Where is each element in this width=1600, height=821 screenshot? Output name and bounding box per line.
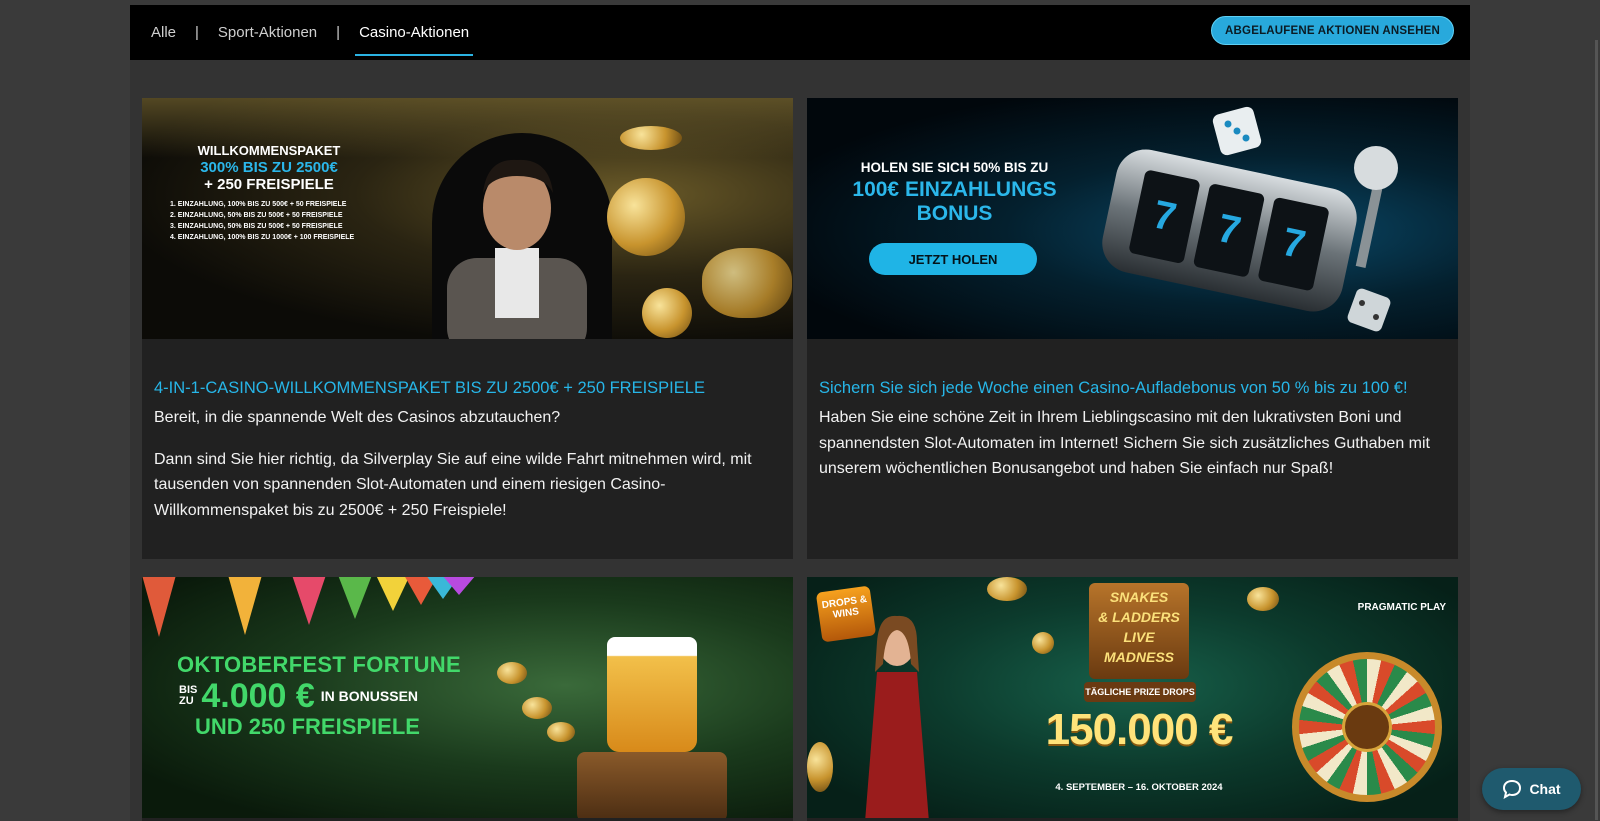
promo-banner-oktoberfest[interactable]: OKTOBERFEST FORTUNE BIS ZU 4.000 € IN BO…	[142, 577, 793, 818]
bunting-flag	[338, 577, 372, 619]
prize-wheel-image	[1292, 652, 1442, 802]
welcome-banner-text: WILLKOMMENSPAKET 300% BIS ZU 2500€ + 250…	[164, 143, 374, 243]
banner-heading: HOLEN SIE SICH 50% BIS ZU	[860, 160, 1049, 175]
page-scrollbar[interactable]	[1595, 40, 1598, 820]
banner-detail-line: 1. EINZAHLUNG, 100% BIS ZU 500€ + 50 FRE…	[170, 201, 347, 208]
get-now-button[interactable]: JETZT HOLEN	[869, 243, 1037, 275]
chat-bubble-icon	[1503, 779, 1522, 799]
man-portrait-image	[447, 159, 587, 339]
banner-freespins: UND 250 FREISPIELE	[195, 714, 420, 739]
gold-coin	[1032, 632, 1054, 654]
banner-freespins: + 250 FREISPIELE	[204, 176, 334, 193]
slot-reel: 7	[1257, 196, 1330, 292]
bunting-flag	[228, 577, 262, 635]
bunting-flag	[442, 577, 476, 595]
wheel-center	[1342, 702, 1392, 752]
logo-line: LIVE	[1123, 629, 1155, 645]
gold-coin	[620, 126, 682, 150]
banner-offer: 100€ EINZAHLUNGS BONUS	[852, 178, 1057, 225]
promo-card-reload-bonus[interactable]: HOLEN SIE SICH 50% BIS ZU 100€ EINZAHLUN…	[807, 98, 1458, 559]
nav-separator: |	[336, 24, 341, 41]
bunting-flag	[292, 577, 326, 625]
banner-details: 1. EINZAHLUNG, 100% BIS ZU 500€ + 50 FRE…	[164, 199, 374, 243]
gold-coin	[522, 697, 552, 719]
gold-coin	[702, 248, 792, 318]
prize-amount: 150.000 €	[1045, 705, 1234, 754]
gold-coin	[807, 742, 833, 792]
promo-dates: 4. SEPTEMBER – 16. OKTOBER 2024	[1055, 782, 1223, 793]
chat-button[interactable]: Chat	[1482, 768, 1581, 810]
slot-reel: 7	[1128, 169, 1201, 265]
gold-coin	[987, 577, 1027, 601]
promo-card-welcome-package[interactable]: WILLKOMMENSPAKET 300% BIS ZU 2500€ + 250…	[142, 98, 793, 559]
banner-bis-zu: BIS ZU	[179, 685, 197, 707]
promo-banner-snakes-ladders[interactable]: DROPS & WINS SNAKES & LADDERS LIVE MADNE…	[807, 577, 1458, 818]
pragmatic-play-logo: PRAGMATIC PLAY	[1357, 602, 1446, 613]
snakes-ladders-logo: SNAKES & LADDERS LIVE MADNESS	[1089, 583, 1189, 679]
bunting-flag	[142, 577, 176, 637]
slot-machine-image: 7 7 7	[1096, 143, 1363, 318]
promo-card-snakes-ladders[interactable]: DROPS & WINS SNAKES & LADDERS LIVE MADNE…	[807, 577, 1458, 821]
dice-icon	[1212, 106, 1262, 156]
banner-heading: WILLKOMMENSPAKET	[197, 143, 341, 158]
gold-coin	[642, 288, 692, 338]
gold-coin	[497, 662, 527, 684]
logo-line: SNAKES	[1109, 589, 1169, 605]
promo-card-body: Sichern Sie sich jede Woche einen Casino…	[807, 339, 1458, 482]
promo-card-body: 4-IN-1-CASINO-WILLKOMMENSPAKET BIS ZU 25…	[142, 339, 793, 523]
promo-paragraph: Bereit, in die spannende Welt des Casino…	[154, 409, 561, 426]
gold-coin	[1247, 587, 1279, 611]
banner-bonus-label: IN BONUSSEN	[320, 688, 419, 704]
promo-title[interactable]: Sichern Sie sich jede Woche einen Casino…	[819, 377, 1446, 399]
oktoberfest-banner-text: OKTOBERFEST FORTUNE BIS ZU 4.000 € IN BO…	[177, 652, 477, 740]
banner-detail-line: 3. EINZAHLUNG, 50% BIS ZU 500€ + 50 FREI…	[170, 223, 343, 230]
slot-reel: 7	[1192, 183, 1266, 278]
tab-all[interactable]: Alle	[151, 5, 176, 60]
promotions-nav: Alle | Sport-Aktionen | Casino-Aktionen …	[130, 5, 1470, 60]
beer-mug-image	[607, 637, 697, 752]
promo-paragraph: Dann sind Sie hier richtig, da Silverpla…	[154, 450, 752, 519]
promo-banner-welcome[interactable]: WILLKOMMENSPAKET 300% BIS ZU 2500€ + 250…	[142, 98, 793, 339]
prize-drops-label: TÄGLICHE PRIZE DROPS	[1084, 682, 1196, 702]
promotions-page: Alle | Sport-Aktionen | Casino-Aktionen …	[130, 5, 1470, 821]
view-expired-promotions-button[interactable]: ABGELAUFENE AKTIONEN ANSEHEN	[1211, 16, 1454, 45]
logo-line: MADNESS	[1103, 649, 1174, 665]
promo-card-oktoberfest[interactable]: OKTOBERFEST FORTUNE BIS ZU 4.000 € IN BO…	[142, 577, 793, 821]
banner-amount-row: BIS ZU 4.000 € IN BONUSSEN	[177, 678, 477, 714]
gold-coin	[547, 722, 575, 742]
promo-paragraph: Haben Sie eine schöne Zeit in Ihrem Lieb…	[819, 409, 1430, 477]
dealer-woman-image	[865, 615, 929, 818]
banner-offer: 300% BIS ZU 2500€	[200, 159, 338, 176]
chat-label: Chat	[1529, 781, 1561, 797]
promo-banner-reload[interactable]: HOLEN SIE SICH 50% BIS ZU 100€ EINZAHLUN…	[807, 98, 1458, 339]
banner-zu: ZU	[179, 695, 194, 707]
logo-line: & LADDERS	[1098, 609, 1180, 625]
logo-text: SNAKES & LADDERS LIVE MADNESS	[1089, 583, 1189, 667]
banner-detail-line: 2. EINZAHLUNG, 50% BIS ZU 500€ + 50 FREI…	[170, 212, 343, 219]
tab-casino-promotions[interactable]: Casino-Aktionen	[355, 5, 474, 60]
slot-lever-icon	[1354, 146, 1398, 268]
banner-amount: 4.000 €	[201, 677, 315, 715]
nav-separator: |	[195, 24, 199, 41]
gold-coin	[607, 178, 685, 256]
banner-heading: OKTOBERFEST FORTUNE	[177, 652, 461, 677]
dice-icon	[1347, 288, 1391, 332]
reload-banner-text: HOLEN SIE SICH 50% BIS ZU 100€ EINZAHLUN…	[847, 160, 1062, 226]
banner-detail-line: 4. EINZAHLUNG, 100% BIS ZU 1000€ + 100 F…	[170, 234, 355, 241]
promo-title[interactable]: 4-IN-1-CASINO-WILLKOMMENSPAKET BIS ZU 25…	[154, 377, 781, 399]
tab-sport-promotions[interactable]: Sport-Aktionen	[218, 5, 317, 60]
barrel-image	[577, 752, 727, 818]
